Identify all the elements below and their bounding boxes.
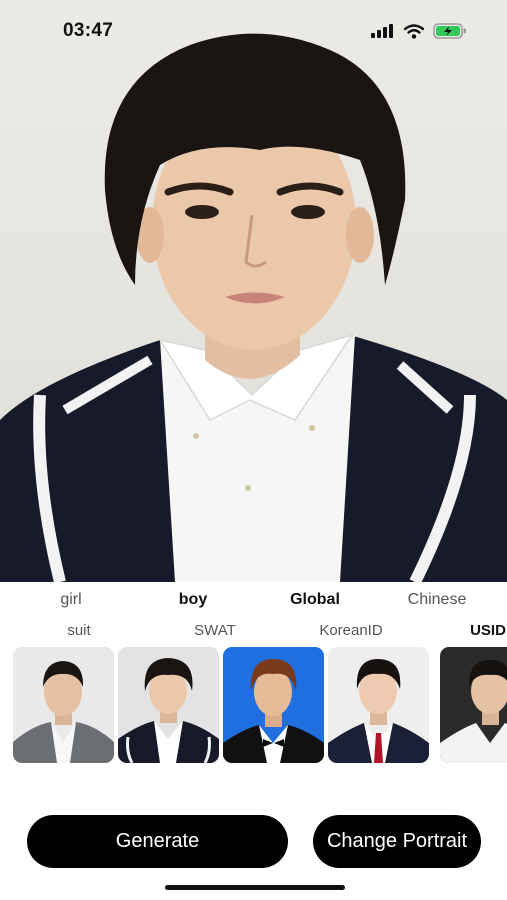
category-tab-boy[interactable]: boy <box>179 591 207 609</box>
style-tabs: suit SWAT KoreanID USID <box>0 622 507 646</box>
status-bar: 03:47 <box>0 0 507 62</box>
template-thumbnail-strip[interactable] <box>13 647 507 763</box>
portrait-preview <box>0 0 507 582</box>
template-thumbnail[interactable] <box>440 647 507 763</box>
status-time: 03:47 <box>63 20 114 41</box>
style-tab-koreanid[interactable]: KoreanID <box>319 622 382 639</box>
template-thumbnail[interactable] <box>328 647 429 763</box>
change-portrait-button[interactable]: Change Portrait <box>313 815 481 868</box>
template-thumbnail[interactable] <box>118 647 219 763</box>
style-tab-swat[interactable]: SWAT <box>194 622 236 639</box>
status-icons <box>371 22 467 40</box>
generate-button[interactable]: Generate <box>27 815 288 868</box>
style-tab-usid[interactable]: USID <box>470 622 506 639</box>
battery-charging-icon <box>433 23 466 39</box>
portrait-illustration <box>0 33 507 582</box>
home-indicator <box>165 885 345 890</box>
template-thumbnail[interactable] <box>223 647 324 763</box>
category-tab-chinese[interactable]: Chinese <box>408 591 467 609</box>
style-tab-suit[interactable]: suit <box>67 622 90 639</box>
category-tab-girl[interactable]: girl <box>60 591 81 609</box>
wifi-icon <box>404 23 424 39</box>
category-tabs: girl boy Global Chinese <box>0 591 507 615</box>
template-thumbnail[interactable] <box>13 647 114 763</box>
cellular-signal-icon <box>371 24 393 38</box>
category-tab-global[interactable]: Global <box>290 591 340 609</box>
